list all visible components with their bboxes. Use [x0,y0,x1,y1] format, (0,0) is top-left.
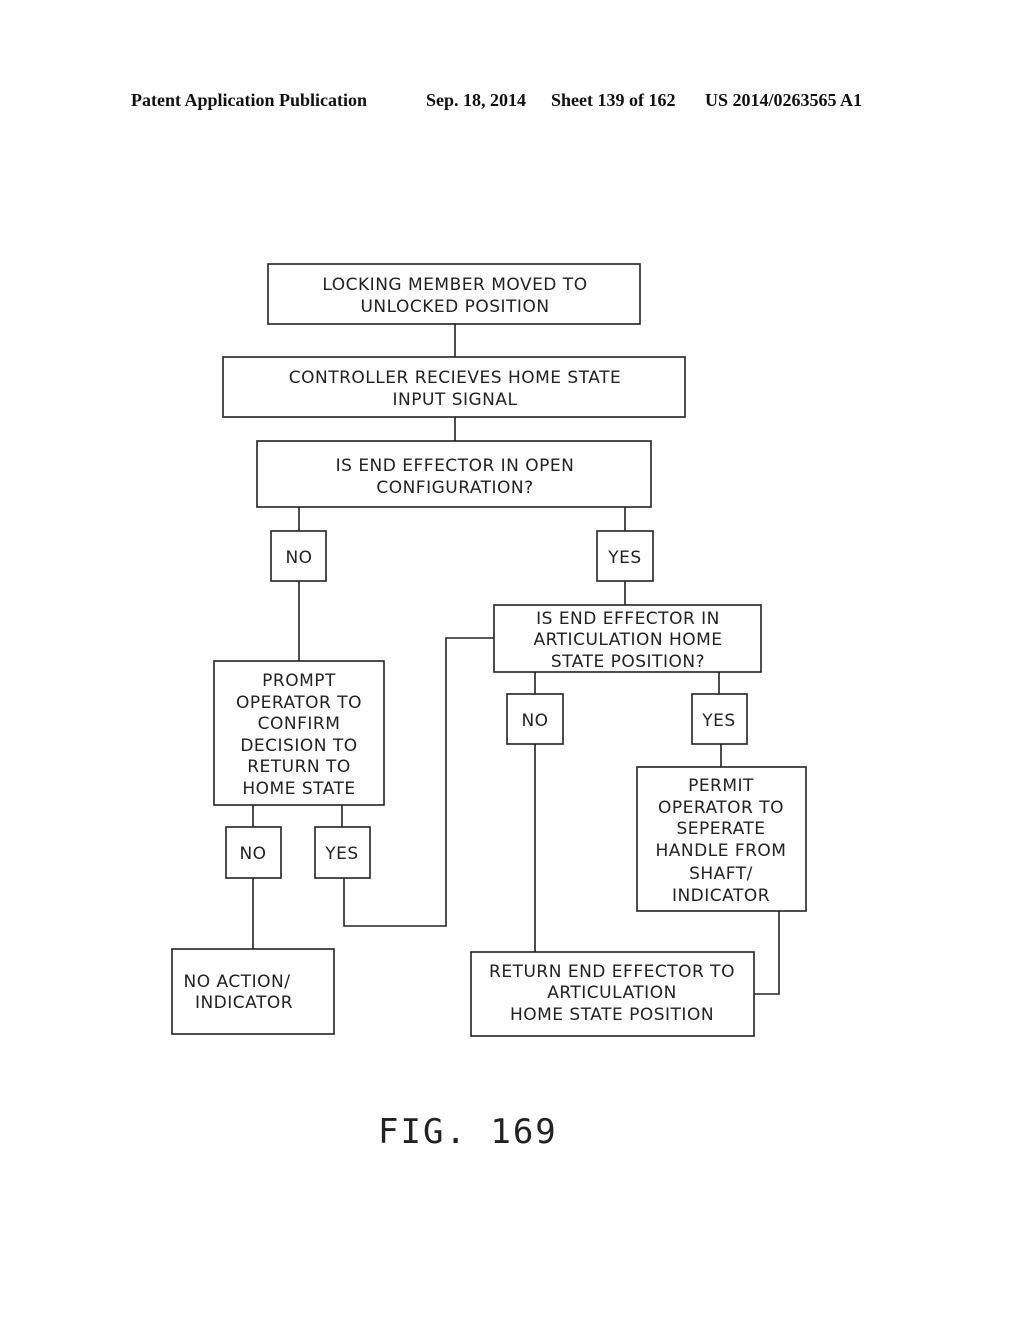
svg-text:CONFIRM: CONFIRM [258,714,341,734]
svg-text:SEPERATE: SEPERATE [676,819,765,839]
svg-text:ARTICULATION HOME: ARTICULATION HOME [533,630,722,650]
svg-text:INPUT SIGNAL: INPUT SIGNAL [392,390,517,410]
svg-text:DECISION TO: DECISION TO [240,736,357,756]
svg-text:PROMPT: PROMPT [262,671,336,691]
svg-text:RETURN TO: RETURN TO [247,757,351,777]
svg-text:IS END EFFECTOR IN: IS END EFFECTOR IN [536,609,720,629]
svg-text:NO ACTION/: NO ACTION/ [184,972,291,992]
node-open-question: IS END EFFECTOR IN OPEN CONFIGURATION? [256,440,652,508]
svg-text:UNLOCKED POSITION: UNLOCKED POSITION [360,297,549,317]
svg-text:OPERATOR TO: OPERATOR TO [236,693,362,713]
node-articulation-question: IS END EFFECTOR IN ARTICULATION HOME STA… [493,604,762,673]
flowchart: LOCKING MEMBER MOVED TO UNLOCKED POSITIO… [171,263,807,1152]
svg-text:HANDLE FROM: HANDLE FROM [656,841,787,861]
node-return: RETURN END EFFECTOR TO ARTICULATION HOME… [470,951,755,1037]
node-prompt-no: NO [225,826,282,879]
svg-text:HOME STATE: HOME STATE [242,779,355,799]
svg-text:YES: YES [701,711,735,731]
node-prompt-yes: YES [314,826,371,879]
svg-text:NO: NO [239,844,266,864]
svg-text:LOCKING MEMBER MOVED TO: LOCKING MEMBER MOVED TO [322,275,587,295]
svg-text:OPERATOR TO: OPERATOR TO [658,798,784,818]
svg-text:ARTICULATION: ARTICULATION [547,983,677,1003]
svg-text:SHAFT/: SHAFT/ [689,864,753,884]
node-locking: LOCKING MEMBER MOVED TO UNLOCKED POSITIO… [267,263,641,325]
node-open-no: NO [270,530,327,582]
svg-text:YES: YES [607,548,641,568]
svg-text:NO: NO [521,711,548,731]
svg-text:CONFIGURATION?: CONFIGURATION? [376,478,533,498]
node-articulation-no: NO [506,693,564,745]
node-controller: CONTROLLER RECIEVES HOME STATE INPUT SIG… [222,356,686,418]
svg-text:HOME STATE POSITION: HOME STATE POSITION [510,1005,714,1025]
svg-text:IS END EFFECTOR IN OPEN: IS END EFFECTOR IN OPEN [336,456,575,476]
node-permit: PERMIT OPERATOR TO SEPERATE HANDLE FROM … [636,766,807,912]
svg-text:INDICATOR: INDICATOR [672,886,770,906]
svg-text:YES: YES [324,844,358,864]
connector-permit-return [754,911,780,995]
svg-text:STATE POSITION?: STATE POSITION? [551,652,705,672]
svg-text:NO: NO [285,548,312,568]
svg-text:PERMIT: PERMIT [688,776,754,796]
node-articulation-yes: YES [691,693,748,745]
svg-text:RETURN END EFFECTOR TO: RETURN END EFFECTOR TO [489,962,735,982]
svg-text:INDICATOR: INDICATOR [195,993,293,1013]
node-open-yes: YES [596,530,654,582]
node-prompt: PROMPT OPERATOR TO CONFIRM DECISION TO R… [213,660,385,806]
node-no-action: NO ACTION/ INDICATOR [171,948,335,1035]
svg-text:CONTROLLER RECIEVES HOME STATE: CONTROLLER RECIEVES HOME STATE [289,368,621,388]
figure-label: FIG. 169 [378,1112,558,1152]
